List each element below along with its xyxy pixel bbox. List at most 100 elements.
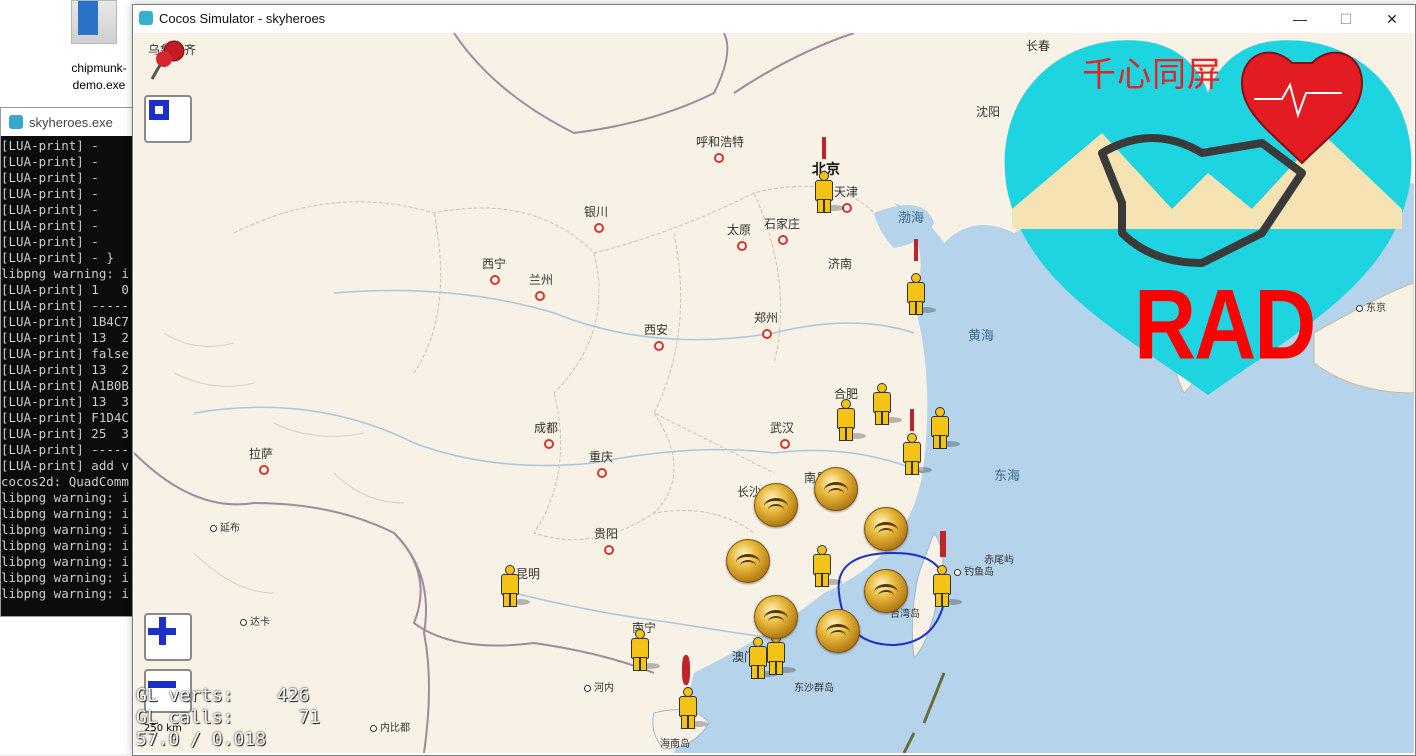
enemy-badge[interactable] [754, 595, 798, 639]
app-icon [139, 11, 153, 25]
city-taiyuan[interactable]: 太原 [727, 221, 751, 252]
place-dot [584, 684, 591, 692]
city-dot [737, 240, 747, 251]
place-dhaka: 达卡 [240, 613, 270, 628]
red-flag-marker[interactable] [914, 239, 918, 261]
pin-icon[interactable] [148, 37, 188, 81]
close-button[interactable]: ✕ [1369, 5, 1415, 33]
console-line: libpng warning: i [1, 490, 129, 505]
enemy-badge[interactable] [814, 467, 858, 511]
simulator-window: Cocos Simulator - skyheroes — ☐ ✕ 呼和浩特 银… [132, 4, 1416, 756]
city-lanzhou[interactable]: 兰州 [529, 271, 553, 302]
place-label: 钓鱼岛 [964, 567, 994, 578]
place-dongsha: 东沙群岛 [794, 683, 834, 694]
city-label: 西宁 [482, 257, 507, 271]
city-label: 武汉 [770, 421, 795, 435]
console-line: [LUA-print] add v [1, 458, 129, 473]
soldier-unit[interactable] [630, 629, 660, 671]
red-flag-marker[interactable] [822, 137, 826, 159]
city-shijiazhuang[interactable]: 石家庄 [764, 215, 800, 246]
city-dot [535, 290, 545, 301]
city-xining[interactable]: 西宁 [482, 255, 506, 286]
city-jinan[interactable]: 济南 [828, 255, 852, 272]
console-line: libpng warning: i [1, 266, 129, 281]
city-label: 贵阳 [594, 527, 619, 541]
stop-icon [149, 100, 169, 120]
console-line: [LUA-print] - [1, 154, 99, 169]
console-line: libpng warning: i [1, 554, 129, 569]
soldier-unit[interactable] [906, 273, 936, 315]
place-dot [210, 524, 217, 532]
city-dot [259, 464, 269, 475]
soldier-unit[interactable] [814, 171, 844, 213]
stop-button[interactable] [144, 95, 192, 143]
zoom-in-button[interactable] [144, 613, 192, 661]
city-shenyang[interactable]: 沈阳 [976, 103, 1000, 120]
red-flag-marker[interactable] [940, 531, 946, 557]
city-chengdu[interactable]: 成都 [534, 419, 558, 450]
soldier-unit[interactable] [930, 407, 960, 449]
city-label: 石家庄 [764, 217, 801, 231]
exe-file-icon [71, 0, 117, 44]
enemy-badge[interactable] [754, 483, 798, 527]
soldier-unit[interactable] [932, 565, 962, 607]
city-label: 拉萨 [249, 447, 274, 461]
place-dot [370, 724, 377, 732]
city-wuhan[interactable]: 武汉 [770, 419, 794, 450]
city-kunming[interactable]: 昆明 [516, 565, 540, 582]
soldier-unit[interactable] [748, 637, 778, 679]
red-flag-marker[interactable] [682, 655, 690, 685]
desktop-file-icon[interactable]: chipmunk-demo.exe [55, 0, 135, 100]
place-thimphu: 延布 [210, 519, 240, 534]
soldier-unit[interactable] [678, 687, 708, 729]
maximize-button[interactable]: ☐ [1323, 5, 1369, 33]
soldier-unit[interactable] [836, 399, 866, 441]
city-label: 济南 [828, 257, 853, 271]
city-dot [594, 222, 604, 233]
enemy-badge[interactable] [864, 569, 908, 613]
game-map[interactable]: 乌鲁木齐 呼和浩特 银川 太原 石家庄 北京 天津 济南 西宁 兰州 郑州 西安… [134, 33, 1414, 753]
gl-stats: GL verts: 426 GL calls: 71 57.0 / 0.018 [136, 685, 320, 751]
city-label: 西安 [644, 323, 669, 337]
city-label: 昆明 [516, 567, 541, 581]
city-guiyang[interactable]: 贵阳 [594, 525, 618, 556]
sea-bohai: 渤海 [898, 211, 925, 226]
city-chongqing[interactable]: 重庆 [589, 448, 613, 479]
minimize-button[interactable]: — [1277, 5, 1323, 33]
console-line: libpng warning: i [1, 570, 129, 585]
city-label: 银川 [584, 205, 609, 219]
city-lhasa[interactable]: 拉萨 [249, 445, 273, 476]
city-label: 重庆 [589, 450, 614, 464]
city-xian[interactable]: 西安 [644, 321, 668, 352]
city-hohhot[interactable]: 呼和浩特 [696, 133, 744, 164]
enemy-badge[interactable] [816, 609, 860, 653]
console-line: [LUA-print] - [1, 218, 99, 233]
place-label: 达卡 [250, 617, 270, 628]
enemy-badge[interactable] [864, 507, 908, 551]
city-dot [544, 438, 554, 449]
sea-east: 东海 [994, 469, 1021, 484]
console-titlebar[interactable]: skyheroes.exe [1, 108, 133, 136]
scale-bar: 250 km [144, 723, 182, 734]
city-yinchuan[interactable]: 银川 [584, 203, 608, 234]
soldier-unit[interactable] [812, 545, 842, 587]
red-flag-marker[interactable] [910, 409, 914, 431]
console-line: [LUA-print] 13 2 [1, 362, 129, 377]
console-line: libpng warning: i [1, 586, 129, 601]
city-dot [714, 152, 724, 163]
soldier-unit[interactable] [872, 383, 902, 425]
console-line: [LUA-print] 13 3 [1, 394, 129, 409]
place-label: 延布 [220, 523, 240, 534]
city-label: 天津 [834, 185, 859, 199]
soldier-unit[interactable] [766, 633, 796, 675]
soldier-unit[interactable] [902, 433, 932, 475]
place-hainan: 海南岛 [660, 739, 690, 750]
verts-label: GL verts: [136, 685, 234, 706]
soldier-unit[interactable] [500, 565, 530, 607]
place-hanoi: 河内 [584, 679, 614, 694]
simulator-titlebar[interactable]: Cocos Simulator - skyheroes — ☐ ✕ [133, 5, 1415, 33]
city-zhengzhou[interactable]: 郑州 [754, 309, 778, 340]
console-output: [LUA-print] - [LUA-print] - [LUA-print] -[… [1, 136, 133, 602]
plus-icon [148, 617, 176, 645]
enemy-badge[interactable] [726, 539, 770, 583]
